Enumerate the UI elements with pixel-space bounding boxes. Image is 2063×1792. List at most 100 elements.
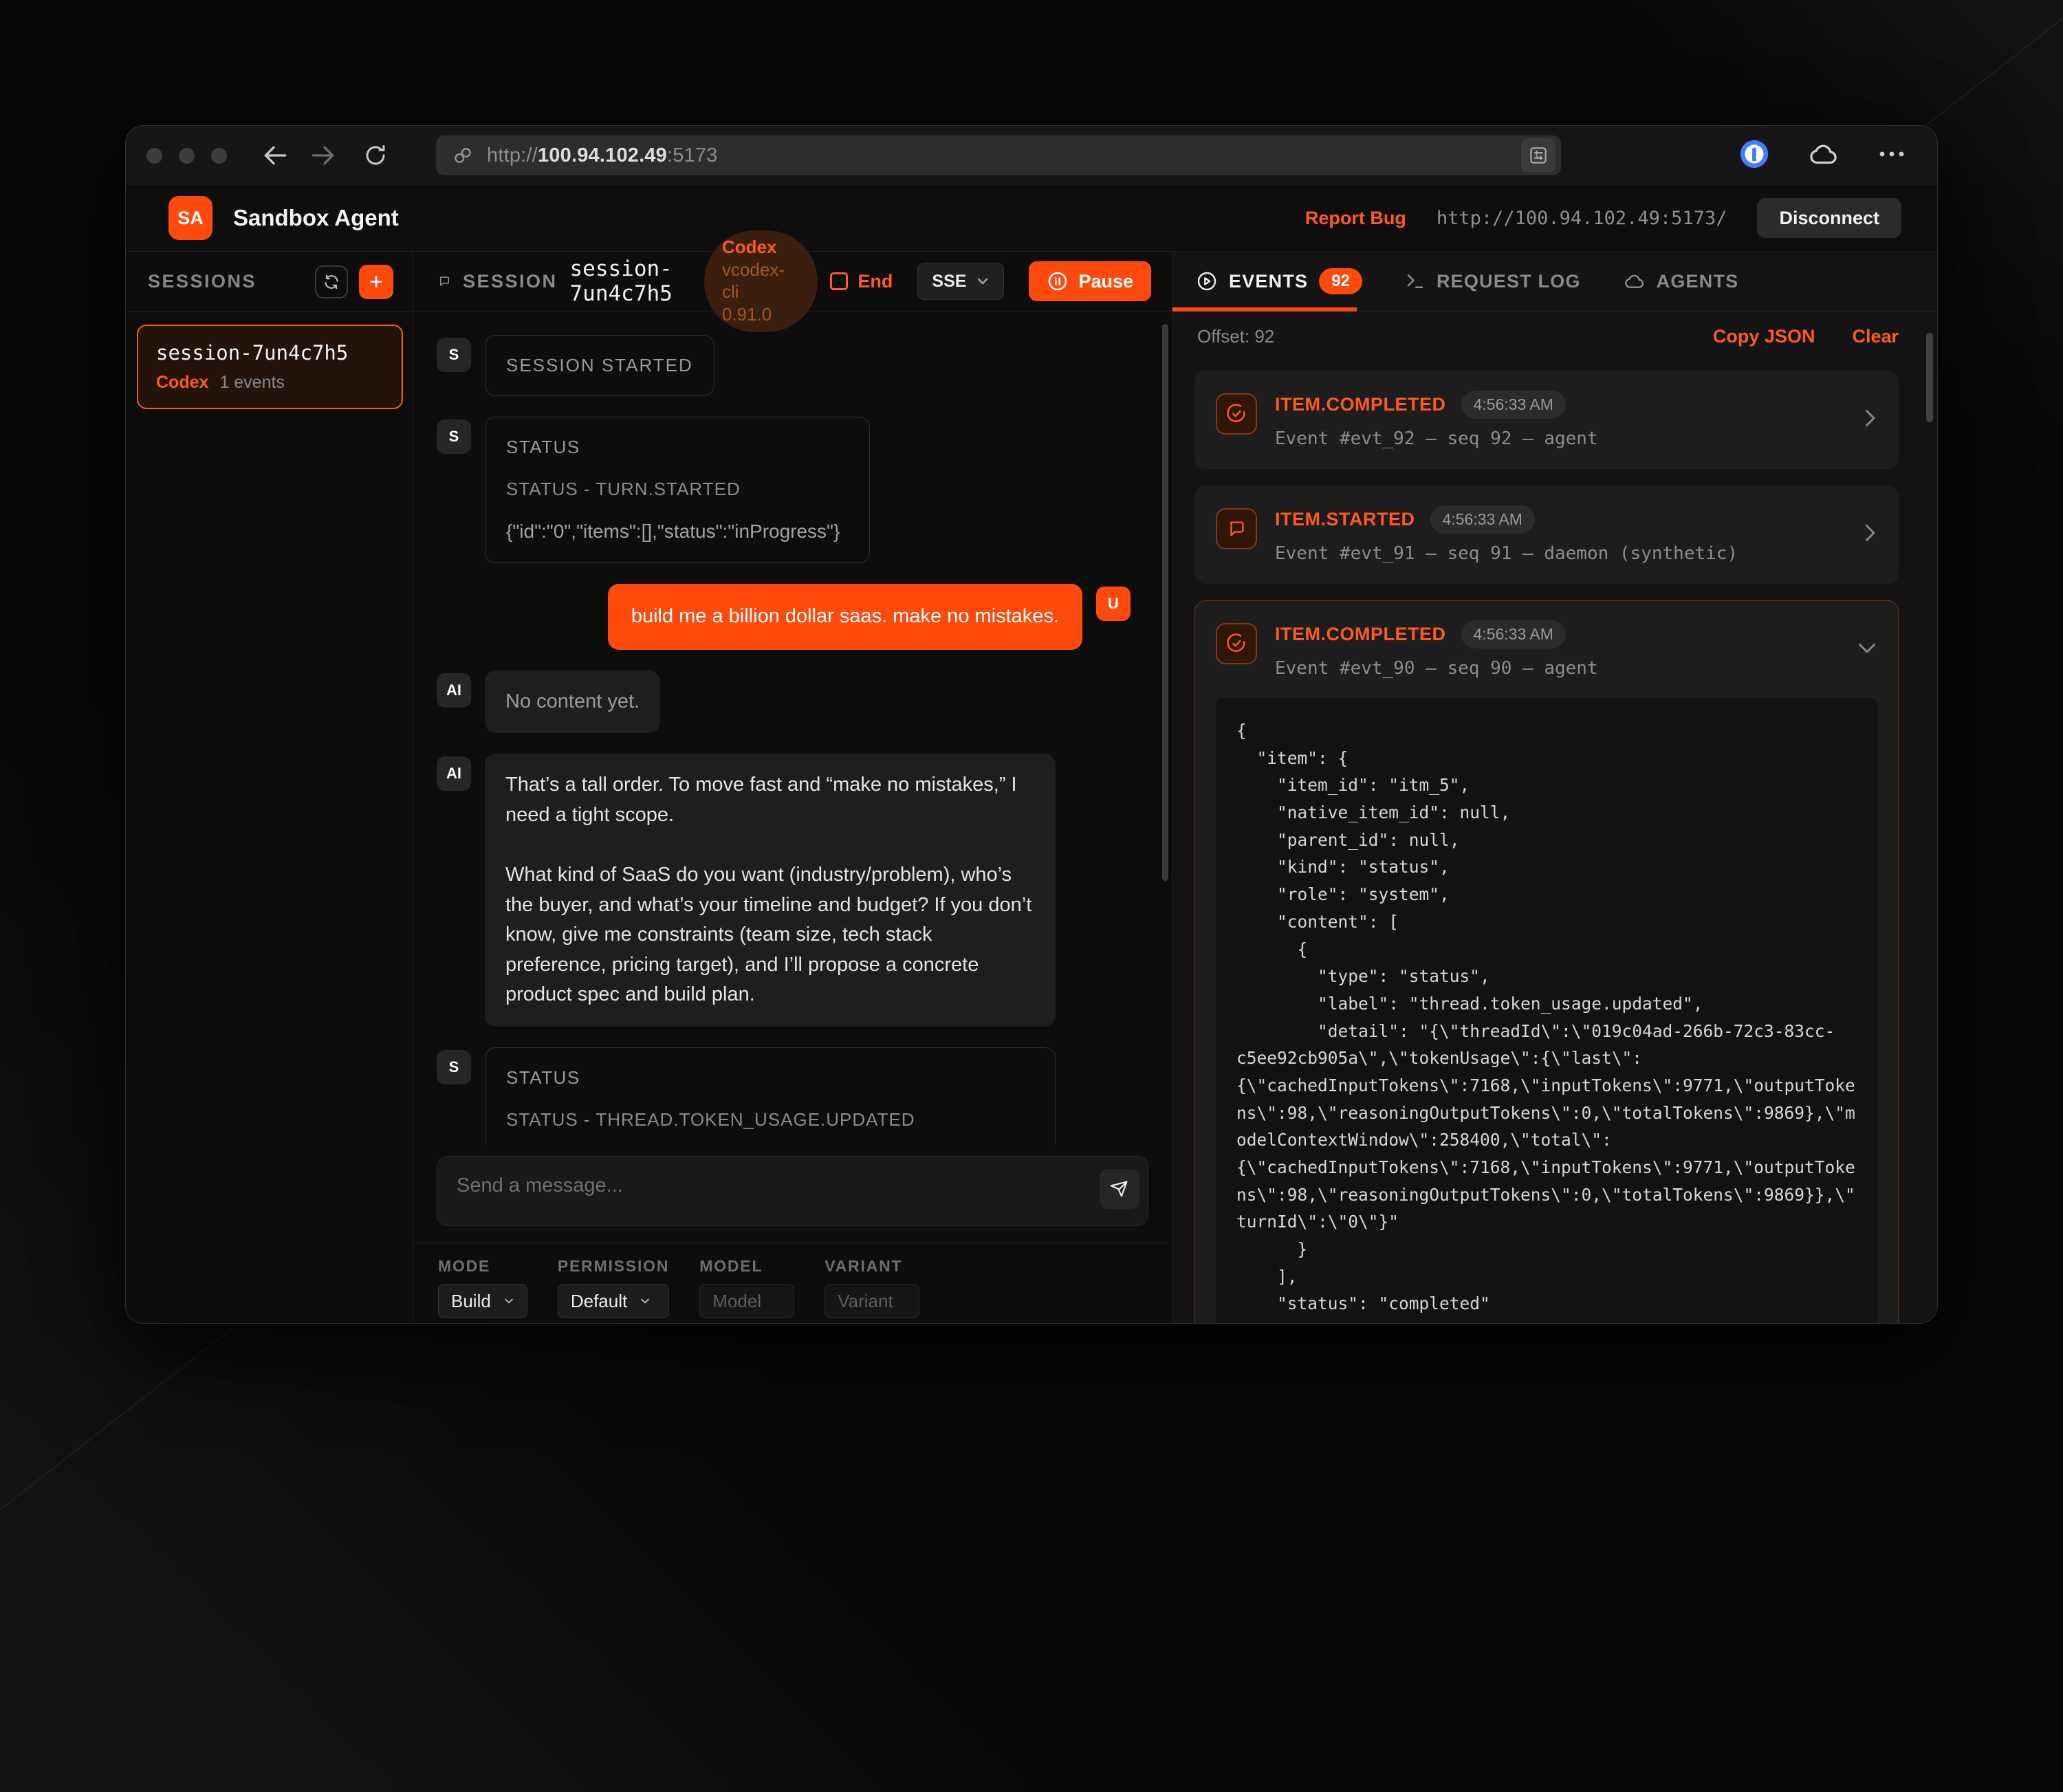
ai-message-bubble: No content yet.	[485, 670, 660, 734]
chat-header: SESSION session-7un4c7h5 Codex vcodex-cl…	[413, 252, 1172, 312]
chat-message: S STATUS STATUS - THREAD.TOKEN_USAGE.UPD…	[437, 1047, 1131, 1145]
offset-label: Offset: 92	[1197, 326, 1274, 347]
ai-avatar: AI	[437, 673, 471, 708]
model-input-box	[699, 1284, 794, 1318]
events-toolbar: Offset: 92 Copy JSON Clear	[1172, 312, 1937, 361]
event-payload-json: { "item": { "item_id": "itm_5", "native_…	[1216, 698, 1877, 1323]
message-input[interactable]	[441, 1163, 1100, 1219]
event-meta: Event #evt_90 — seq 90 — agent	[1275, 658, 1832, 679]
tab-agents[interactable]: AGENTS	[1624, 271, 1739, 292]
chat-panel: SESSION session-7un4c7h5 Codex vcodex-cl…	[413, 252, 1172, 1323]
session-label: SESSION	[463, 271, 558, 292]
session-name: session-7un4c7h5	[156, 341, 384, 364]
url-text: http://100.94.102.49:5173	[487, 144, 718, 167]
send-button[interactable]	[1100, 1169, 1139, 1209]
tab-events[interactable]: EVENTS 92	[1196, 268, 1362, 294]
message-composer	[437, 1156, 1148, 1226]
variant-input[interactable]	[838, 1291, 906, 1312]
event-type: ITEM.STARTED	[1275, 509, 1415, 530]
end-session-button[interactable]: End	[830, 271, 893, 292]
reader-panel-icon[interactable]	[1521, 138, 1556, 173]
chevron-down-icon	[976, 276, 990, 286]
event-time-badge: 4:56:33 AM	[1430, 505, 1535, 534]
app-header: SA Sandbox Agent Report Bug http://100.9…	[126, 185, 1937, 252]
variant-input-box	[825, 1284, 919, 1318]
back-button[interactable]	[254, 144, 293, 167]
close-window-button[interactable]	[146, 148, 162, 164]
permission-select[interactable]: Default	[558, 1284, 669, 1318]
password-manager-icon[interactable]	[1739, 139, 1769, 173]
sessions-title: SESSIONS	[148, 271, 256, 292]
chat-message-user: build me a billion dollar saas. make no …	[437, 584, 1131, 650]
cloud-icon[interactable]	[1808, 140, 1840, 171]
refresh-sessions-button[interactable]	[315, 265, 348, 298]
disconnect-button[interactable]: Disconnect	[1757, 198, 1901, 238]
chevron-right-icon[interactable]	[1862, 523, 1877, 547]
transport-select[interactable]: SSE	[917, 263, 1004, 300]
app-title: Sandbox Agent	[233, 205, 399, 231]
clear-button[interactable]: Clear	[1852, 326, 1899, 347]
event-card[interactable]: ITEM.STARTED 4:56:33 AM Event #evt_91 — …	[1194, 485, 1899, 584]
zoom-window-button[interactable]	[211, 148, 227, 164]
chat-message: AI No content yet.	[437, 670, 1131, 734]
pause-circle-icon	[1047, 270, 1069, 292]
message-bubble-icon	[438, 270, 450, 292]
server-url: http://100.94.102.49:5173/	[1437, 208, 1727, 229]
pause-button[interactable]: Pause	[1029, 261, 1151, 301]
tab-request-log[interactable]: REQUEST LOG	[1405, 271, 1581, 292]
chat-session-name: session-7un4c7h5	[570, 256, 685, 306]
chat-message-list[interactable]: S SESSION STARTED S STATUS STATUS - TURN…	[413, 312, 1172, 1145]
check-circle-icon	[1216, 623, 1257, 664]
event-card-expanded[interactable]: ITEM.COMPLETED 4:56:33 AM Event #evt_90 …	[1194, 600, 1899, 1323]
new-session-button[interactable]: +	[359, 265, 393, 299]
model-label: MODEL	[699, 1257, 794, 1276]
chevron-right-icon[interactable]	[1862, 408, 1877, 432]
avatar: S	[437, 1050, 471, 1084]
minimize-window-button[interactable]	[179, 148, 195, 164]
events-list[interactable]: ITEM.COMPLETED 4:56:33 AM Event #evt_92 …	[1172, 361, 1937, 1323]
session-event-count: 1 events	[219, 373, 285, 393]
system-message-bubble: SESSION STARTED	[485, 335, 714, 396]
ai-message-bubble: That’s a tall order. To move fast and “m…	[485, 754, 1056, 1027]
report-bug-link[interactable]: Report Bug	[1305, 208, 1406, 229]
event-time-badge: 4:56:33 AM	[1461, 620, 1566, 648]
forward-button[interactable]	[305, 144, 344, 167]
message-bubble-icon	[1216, 508, 1257, 549]
chat-message: AI That’s a tall order. To move fast and…	[437, 754, 1131, 1027]
chevron-down-icon[interactable]	[1857, 640, 1877, 659]
permission-label: PERMISSION	[558, 1257, 669, 1276]
user-message-bubble: build me a billion dollar saas. make no …	[608, 584, 1082, 650]
events-tabs: EVENTS 92 REQUEST LOG AGENTS	[1172, 252, 1937, 312]
avatar: S	[437, 419, 471, 454]
event-type: ITEM.COMPLETED	[1275, 394, 1446, 415]
event-meta: Event #evt_91 — seq 91 — daemon (synthet…	[1275, 543, 1837, 564]
avatar: S	[437, 338, 471, 372]
more-menu-icon[interactable]	[1878, 149, 1906, 162]
window-controls[interactable]	[146, 148, 227, 164]
composer-controls: MODE Build PERMISSION Default	[413, 1243, 1172, 1323]
ai-avatar: AI	[437, 756, 471, 791]
user-avatar: U	[1096, 587, 1131, 621]
sandbox-agent-app: SA Sandbox Agent Report Bug http://100.9…	[126, 185, 1937, 1323]
mode-select[interactable]: Build	[438, 1284, 527, 1318]
browser-toolbar: http://100.94.102.49:5173	[126, 126, 1937, 185]
events-panel: EVENTS 92 REQUEST LOG AGENTS Offset: 92	[1172, 252, 1937, 1323]
copy-json-button[interactable]: Copy JSON	[1713, 326, 1815, 347]
events-count-badge: 92	[1319, 268, 1362, 294]
reload-button[interactable]	[356, 143, 395, 168]
chat-message: S STATUS STATUS - TURN.STARTED {"id":"0"…	[437, 417, 1131, 563]
events-scrollbar-thumb[interactable]	[1926, 333, 1933, 422]
session-agent: Codex	[156, 373, 208, 393]
variant-label: VARIANT	[825, 1257, 919, 1276]
terminal-icon	[1405, 271, 1426, 292]
check-circle-icon	[1216, 393, 1257, 435]
model-input[interactable]	[712, 1291, 781, 1312]
sessions-sidebar: SESSIONS + session-7un4c7h5 Codex 1 even…	[126, 252, 413, 1323]
status-message-bubble: STATUS STATUS - TURN.STARTED {"id":"0","…	[485, 417, 870, 563]
session-list-item[interactable]: session-7un4c7h5 Codex 1 events	[137, 325, 403, 409]
address-bar[interactable]: http://100.94.102.49:5173	[436, 135, 1561, 175]
cloud-icon	[1624, 272, 1646, 291]
event-card[interactable]: ITEM.COMPLETED 4:56:33 AM Event #evt_92 …	[1194, 371, 1899, 469]
event-type: ITEM.COMPLETED	[1275, 624, 1446, 645]
chat-scrollbar-thumb[interactable]	[1162, 324, 1168, 881]
